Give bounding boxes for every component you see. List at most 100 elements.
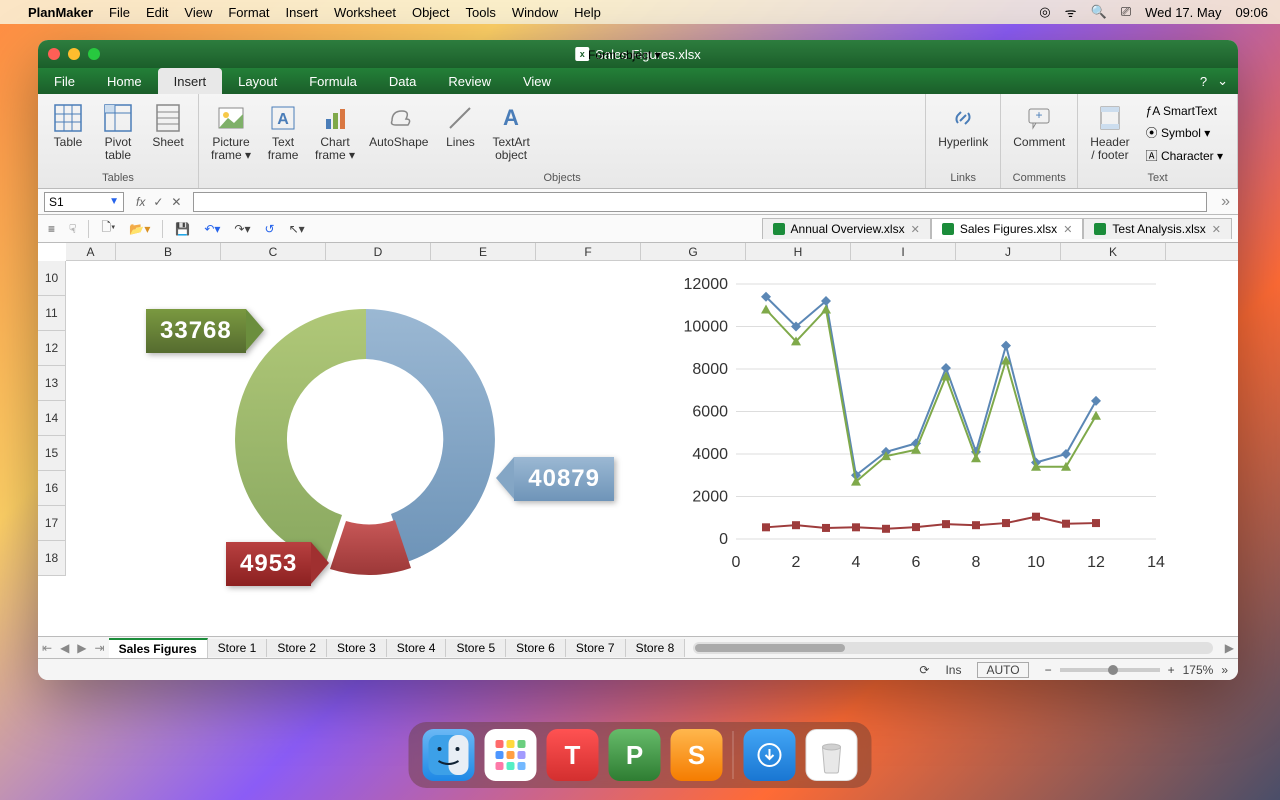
col-header[interactable]: D xyxy=(326,243,431,260)
refresh-icon[interactable]: ↺ xyxy=(261,220,279,238)
row-header[interactable]: 18 xyxy=(38,541,65,576)
row-header[interactable]: 17 xyxy=(38,506,65,541)
prev-sheet-icon[interactable]: ◀ xyxy=(56,641,73,655)
search-icon[interactable]: 🔍 xyxy=(1091,4,1107,20)
donut-chart[interactable]: 33768 40879 4953 xyxy=(136,269,596,609)
menu-view[interactable]: View xyxy=(184,5,212,20)
col-header[interactable]: C xyxy=(221,243,326,260)
table-button[interactable]: Table xyxy=(44,98,92,170)
col-header[interactable]: B xyxy=(116,243,221,260)
symbol-button[interactable]: ⦿ Symbol ▾ xyxy=(1146,122,1223,143)
textmaker-icon[interactable]: T xyxy=(547,729,599,781)
cell-reference-box[interactable]: S1▼ xyxy=(44,192,124,212)
menu-edit[interactable]: Edit xyxy=(146,5,168,20)
tab-home[interactable]: Home xyxy=(91,68,158,94)
launchpad-icon[interactable] xyxy=(485,729,537,781)
sheet-button[interactable]: Sheet xyxy=(144,98,192,170)
text-frame-button[interactable]: AText frame xyxy=(259,98,307,170)
user-icon[interactable]: ◎ xyxy=(1039,4,1050,20)
zoom-control[interactable]: − + 175% » xyxy=(1045,663,1228,677)
spreadsheet-area[interactable]: A B C D E F G H I J K 10 11 12 13 14 15 … xyxy=(38,243,1238,636)
col-header[interactable]: K xyxy=(1061,243,1166,260)
zoom-window-button[interactable] xyxy=(88,48,100,60)
smarttext-button[interactable]: ƒA SmartText xyxy=(1146,102,1223,120)
menubar-time[interactable]: 09:06 xyxy=(1235,5,1268,20)
sheet-canvas[interactable]: 33768 40879 4953 02000400060008000100001… xyxy=(66,261,1238,636)
menu-file[interactable]: File xyxy=(109,5,130,20)
planmaker-icon[interactable]: P xyxy=(609,729,661,781)
sheet-tab[interactable]: Sales Figures xyxy=(109,638,208,658)
close-window-button[interactable] xyxy=(48,48,60,60)
sheet-tab[interactable]: Store 4 xyxy=(387,639,447,657)
app-name[interactable]: PlanMaker xyxy=(28,5,93,20)
tab-formula[interactable]: Formula xyxy=(293,68,373,94)
menu-worksheet[interactable]: Worksheet xyxy=(334,5,396,20)
expand-formula-icon[interactable]: » xyxy=(1213,193,1238,211)
col-header[interactable]: J xyxy=(956,243,1061,260)
textart-button[interactable]: ATextArt object xyxy=(486,98,535,170)
menu-window[interactable]: Window xyxy=(512,5,558,20)
sheet-tab[interactable]: Store 7 xyxy=(566,639,626,657)
open-icon[interactable]: 📂▾ xyxy=(125,220,154,238)
chart-frame-button[interactable]: Chart frame ▾ xyxy=(309,98,361,170)
row-header[interactable]: 16 xyxy=(38,471,65,506)
pointer-icon[interactable]: ↖▾ xyxy=(285,220,309,238)
formula-input[interactable] xyxy=(193,192,1207,212)
doctab-test[interactable]: Test Analysis.xlsx✕ xyxy=(1083,218,1232,239)
collapse-ribbon-icon[interactable]: ⌄ xyxy=(1217,73,1228,89)
sync-icon[interactable]: ⟳ xyxy=(919,663,929,677)
trash-icon[interactable] xyxy=(806,729,858,781)
header-footer-button[interactable]: Header / footer xyxy=(1084,98,1135,170)
horizontal-scrollbar[interactable] xyxy=(693,642,1213,654)
col-header[interactable]: G xyxy=(641,243,746,260)
comment-button[interactable]: +Comment xyxy=(1007,98,1071,170)
col-header[interactable]: F xyxy=(536,243,641,260)
menu-insert[interactable]: Insert xyxy=(286,5,319,20)
touch-icon[interactable]: ☟ xyxy=(65,220,80,238)
zoom-in-icon[interactable]: + xyxy=(1168,663,1175,677)
minimize-window-button[interactable] xyxy=(68,48,80,60)
tab-view[interactable]: View xyxy=(507,68,567,94)
autoshape-button[interactable]: AutoShape xyxy=(363,98,434,170)
close-icon[interactable]: ✕ xyxy=(911,223,920,236)
finder-icon[interactable] xyxy=(423,729,475,781)
sheet-tab[interactable]: Store 3 xyxy=(327,639,387,657)
first-sheet-icon[interactable]: ⇤ xyxy=(38,641,56,655)
close-icon[interactable]: ✕ xyxy=(1063,223,1072,236)
sheet-tab[interactable]: Store 2 xyxy=(267,639,327,657)
wifi-icon[interactable]: ᯤ xyxy=(1065,3,1077,21)
col-header[interactable]: I xyxy=(851,243,956,260)
close-icon[interactable]: ✕ xyxy=(1212,223,1221,236)
tab-data[interactable]: Data xyxy=(373,68,432,94)
row-header[interactable]: 11 xyxy=(38,296,65,331)
tab-layout[interactable]: Layout xyxy=(222,68,293,94)
lines-button[interactable]: Lines xyxy=(436,98,484,170)
line-chart[interactable]: 02000400060008000100001200002468101214 xyxy=(666,269,1186,589)
fx-icon[interactable]: fx xyxy=(136,195,145,209)
menubar-date[interactable]: Wed 17. May xyxy=(1145,5,1221,20)
save-icon[interactable]: 💾 xyxy=(171,220,194,238)
cancel-icon[interactable]: ✕ xyxy=(171,195,181,209)
doctab-sales[interactable]: Sales Figures.xlsx✕ xyxy=(931,218,1084,239)
menu-help[interactable]: Help xyxy=(574,5,601,20)
row-header[interactable]: 10 xyxy=(38,261,65,296)
row-header[interactable]: 15 xyxy=(38,436,65,471)
zoom-out-icon[interactable]: − xyxy=(1045,663,1052,677)
expand-status-icon[interactable]: » xyxy=(1221,663,1228,677)
tab-review[interactable]: Review xyxy=(432,68,507,94)
menu-tools[interactable]: Tools xyxy=(466,5,496,20)
tab-file[interactable]: File xyxy=(38,68,91,94)
row-header[interactable]: 13 xyxy=(38,366,65,401)
new-doc-icon[interactable]: 🗋▾ xyxy=(97,216,119,241)
doctab-annual[interactable]: Annual Overview.xlsx✕ xyxy=(762,218,931,239)
sheet-tab[interactable]: Store 6 xyxy=(506,639,566,657)
row-header[interactable]: 12 xyxy=(38,331,65,366)
sheet-tab[interactable]: Store 8 xyxy=(626,639,686,657)
character-button[interactable]: 🄰 Character ▾ xyxy=(1146,145,1223,166)
col-header[interactable]: A xyxy=(66,243,116,260)
redo-icon[interactable]: ↷▾ xyxy=(230,220,254,238)
undo-icon[interactable]: ↶▾ xyxy=(200,220,224,238)
control-center-icon[interactable]: ⎚ xyxy=(1121,4,1131,20)
help-icon[interactable]: ? xyxy=(1200,74,1207,89)
menu-object[interactable]: Object xyxy=(412,5,450,20)
